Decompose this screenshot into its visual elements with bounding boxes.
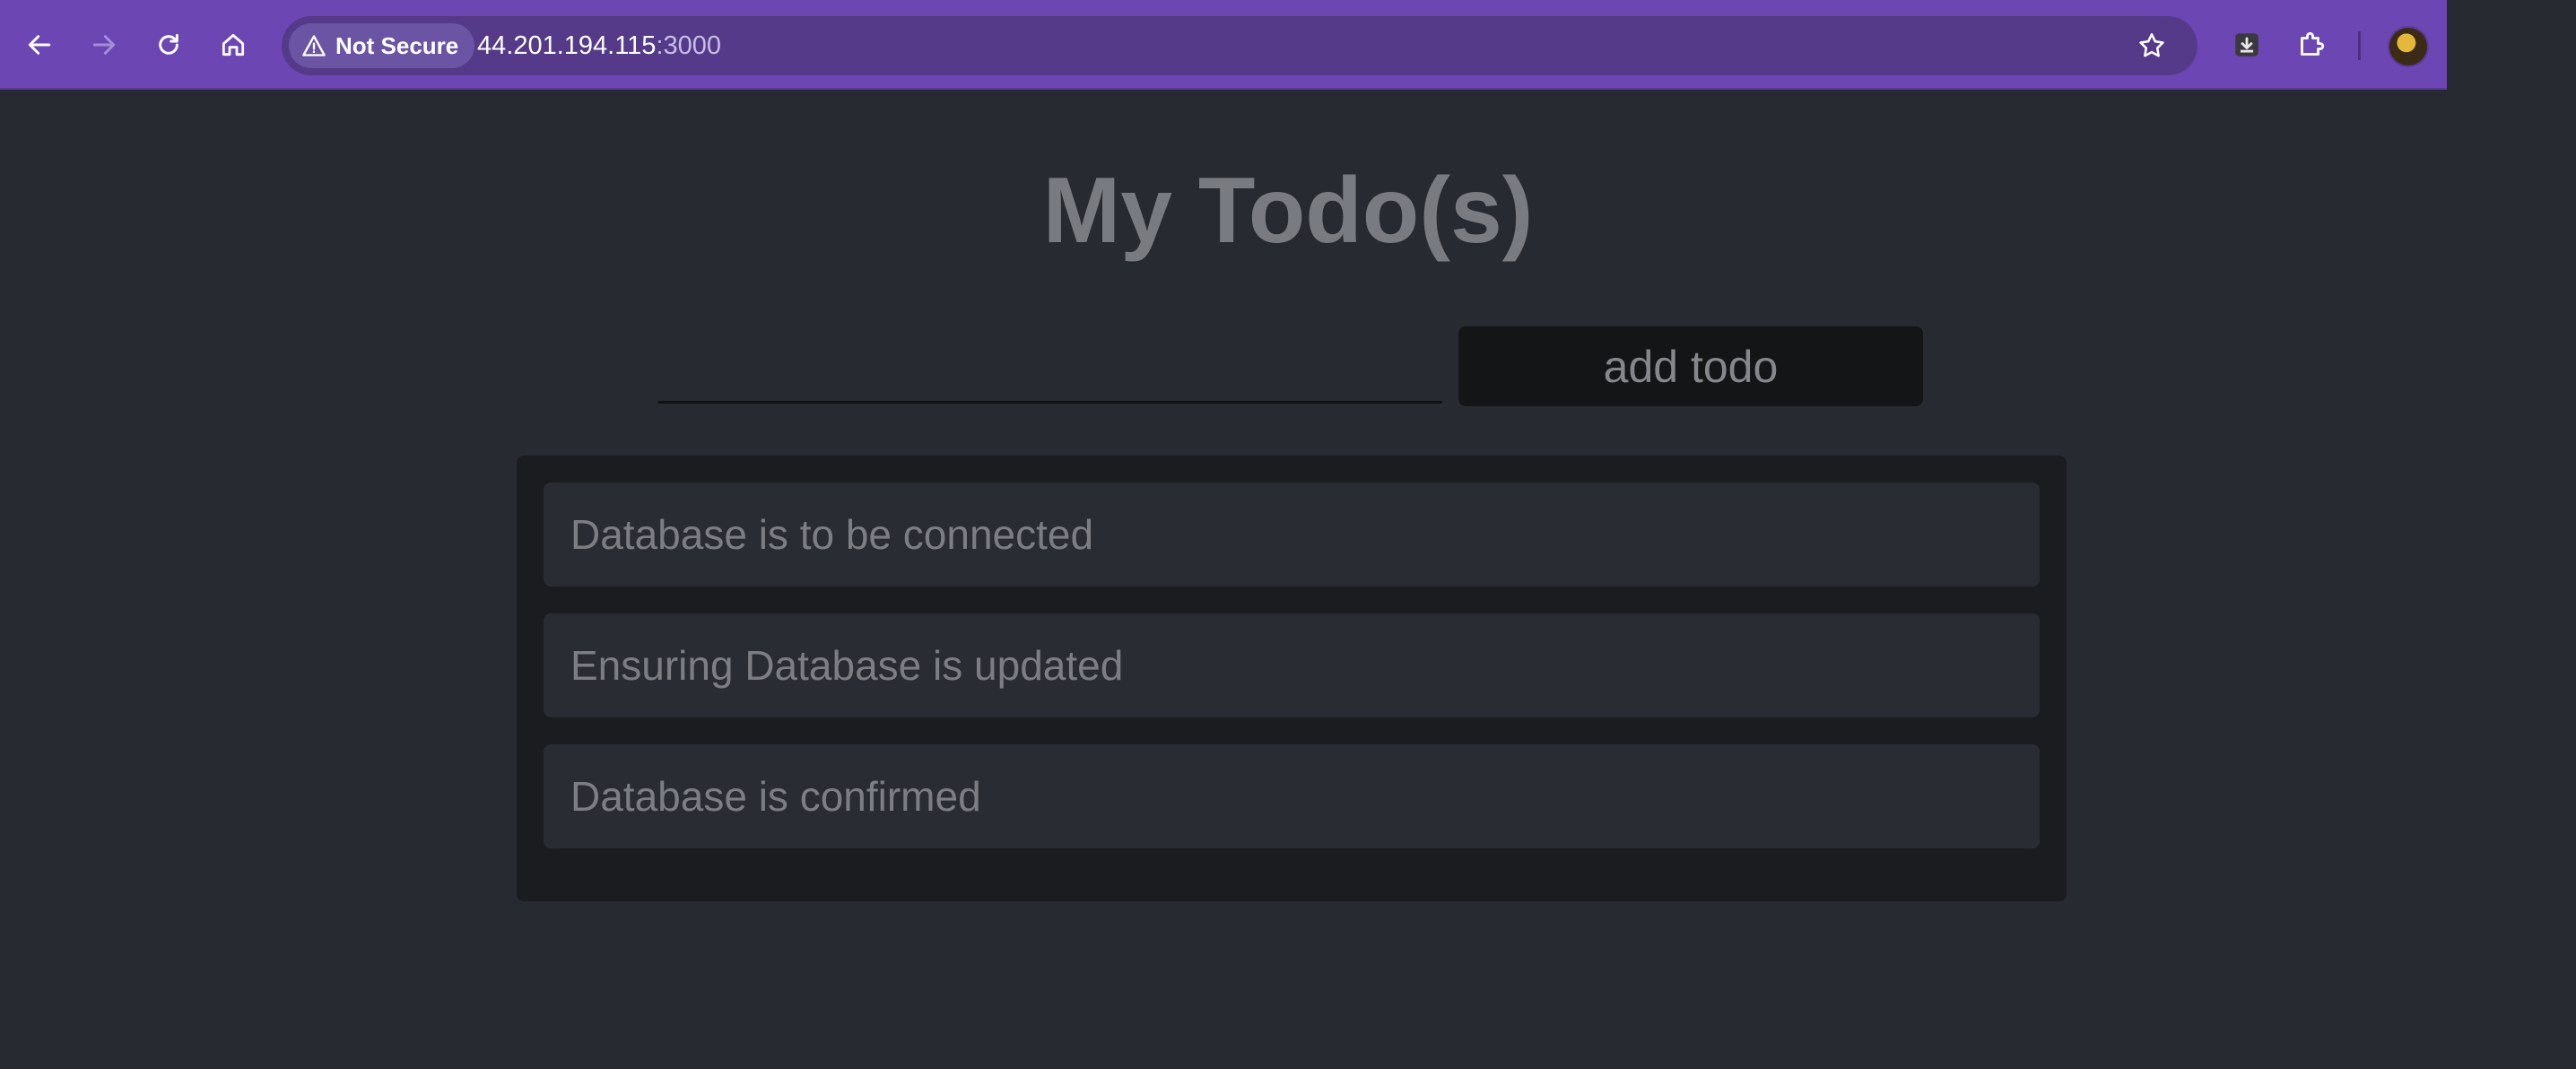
download-extension-button[interactable] — [2222, 20, 2272, 70]
window-edge — [2447, 0, 2576, 90]
bookmark-button[interactable] — [2131, 25, 2172, 66]
warning-icon — [302, 35, 326, 56]
puzzle-icon — [2301, 31, 2325, 56]
add-todo-button[interactable]: add todo — [1458, 326, 1923, 406]
forward-button[interactable] — [79, 20, 129, 70]
todo-item[interactable]: Ensuring Database is updated — [544, 613, 2040, 717]
home-button[interactable] — [208, 20, 258, 70]
page-title: My Todo(s) — [1042, 159, 1534, 263]
security-indicator[interactable]: Not Secure — [289, 23, 475, 68]
star-icon — [2139, 32, 2164, 57]
todo-item[interactable]: Database is to be connected — [544, 482, 2040, 587]
url-port: :3000 — [656, 30, 722, 60]
todo-input[interactable] — [658, 341, 1442, 404]
todo-list: Database is to be connected Ensuring Dat… — [517, 456, 2067, 901]
profile-avatar[interactable] — [2388, 26, 2429, 67]
security-label: Not Secure — [335, 31, 459, 59]
toolbar-divider — [2358, 31, 2361, 60]
url-host: 44.201.194.115 — [477, 30, 657, 60]
arrow-left-icon — [28, 35, 51, 55]
url-text[interactable]: 44.201.194.115:3000 — [477, 16, 721, 75]
arrow-right-icon — [92, 35, 116, 55]
extensions-button[interactable] — [2286, 20, 2337, 70]
reload-button[interactable] — [144, 20, 194, 70]
back-button[interactable] — [14, 20, 65, 70]
toolbar-border — [0, 88, 2447, 90]
browser-toolbar: Not Secure 44.201.194.115:3000 — [0, 0, 2447, 90]
reload-icon — [159, 33, 178, 55]
todo-item[interactable]: Database is confirmed — [544, 744, 2040, 848]
home-icon — [222, 33, 245, 56]
address-bar[interactable]: Not Secure 44.201.194.115:3000 — [282, 16, 2197, 75]
download-icon — [2235, 33, 2258, 56]
